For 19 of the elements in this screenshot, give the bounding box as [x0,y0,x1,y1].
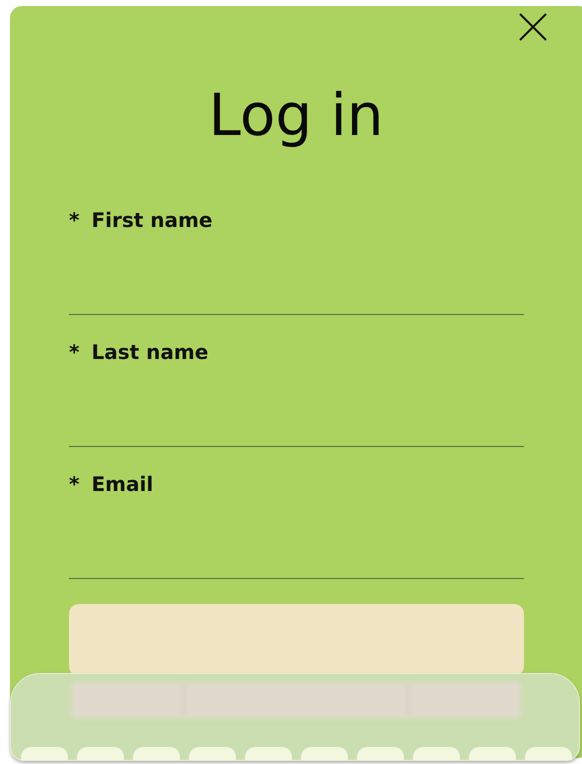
field-label: Email [91,472,154,496]
field-label: Last name [91,340,208,364]
key-shape[interactable] [189,747,236,760]
dialog-title: Log in [208,80,384,150]
key-shape[interactable] [77,747,124,760]
key-shape[interactable] [301,747,348,760]
key-shape[interactable] [245,747,292,760]
required-mark: * [69,340,80,364]
key-shape[interactable] [469,747,516,760]
field-label: First name [91,208,212,232]
key-shape[interactable] [357,747,404,760]
key-shape[interactable] [525,747,572,760]
key-shape[interactable] [413,747,460,760]
close-icon[interactable] [518,12,548,42]
key-shape[interactable] [133,747,180,760]
submit-button[interactable] [69,604,524,676]
required-mark: * [69,472,80,496]
required-mark: * [69,208,80,232]
key-shape[interactable] [21,747,68,760]
